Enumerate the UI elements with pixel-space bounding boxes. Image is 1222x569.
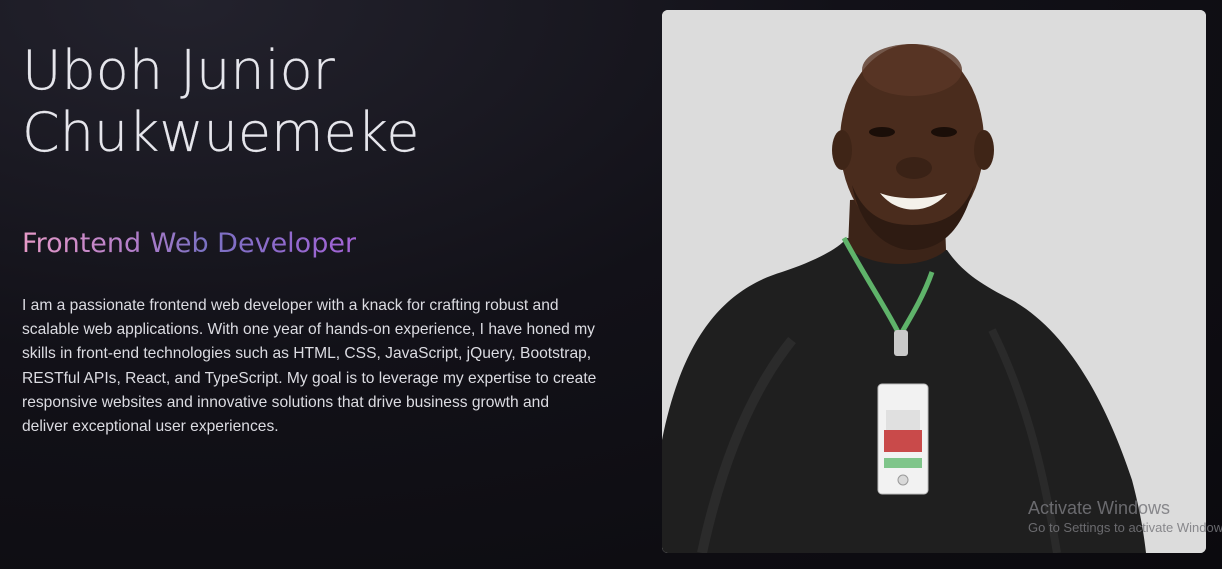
activate-windows-watermark: Activate Windows Go to Settings to activ…: [1028, 497, 1222, 537]
name-line-2: Chukwuemeke: [22, 101, 420, 164]
profile-photo: [662, 10, 1206, 553]
bio-paragraph: I am a passionate frontend web developer…: [22, 297, 597, 436]
watermark-title: Activate Windows: [1028, 498, 1171, 518]
portrait-illustration: [662, 10, 1206, 553]
developer-name: Uboh Junior Chukwuemeke: [22, 39, 420, 164]
hero-section: Uboh Junior Chukwuemeke Frontend Web Dev…: [0, 0, 1222, 569]
watermark-subtitle: Go to Settings to activate Windows.: [1028, 520, 1222, 535]
name-line-1: Uboh Junior: [22, 39, 335, 102]
job-title: Frontend Web Developer: [22, 226, 356, 262]
